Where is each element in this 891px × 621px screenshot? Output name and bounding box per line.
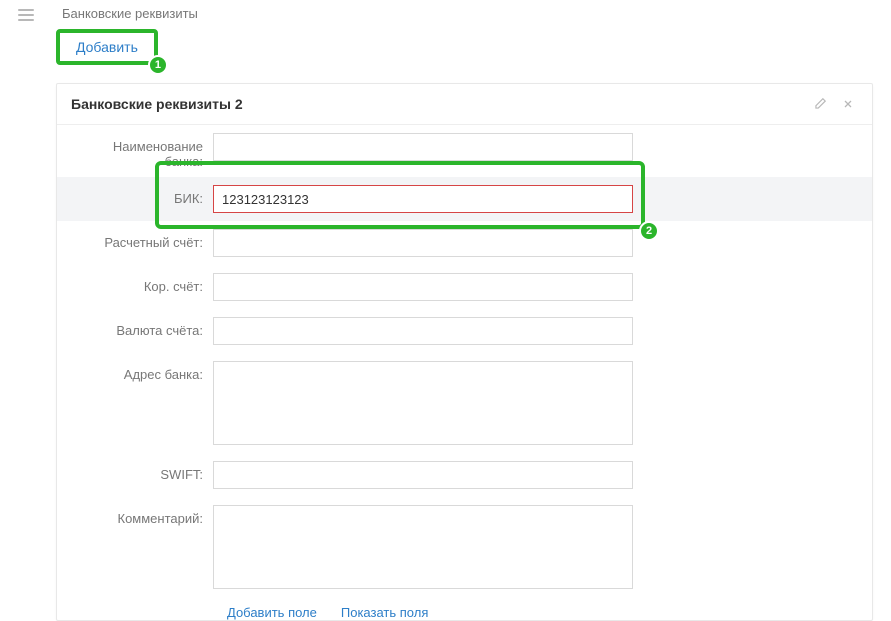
annotation-1-highlight: Добавить 1 — [56, 29, 158, 65]
section-title: Банковские реквизиты — [62, 6, 198, 21]
edit-icon[interactable] — [810, 94, 830, 114]
input-bik[interactable] — [213, 185, 633, 213]
textarea-comment[interactable] — [213, 505, 633, 589]
label-currency: Валюта счёта: — [71, 317, 213, 338]
label-corr: Кор. счёт: — [71, 273, 213, 294]
annotation-badge-1: 1 — [148, 55, 168, 75]
label-swift: SWIFT: — [71, 461, 213, 482]
add-button[interactable]: Добавить — [76, 39, 138, 55]
close-icon[interactable] — [838, 94, 858, 114]
input-currency[interactable] — [213, 317, 633, 345]
textarea-address[interactable] — [213, 361, 633, 445]
input-bank-name[interactable] — [213, 133, 633, 161]
label-account: Расчетный счёт: — [71, 229, 213, 250]
menu-icon[interactable] — [18, 9, 34, 21]
card-title: Банковские реквизиты 2 — [71, 96, 802, 112]
label-bik: БИК: — [71, 185, 213, 206]
add-field-link[interactable]: Добавить поле — [227, 605, 317, 620]
input-corr[interactable] — [213, 273, 633, 301]
input-account[interactable] — [213, 229, 633, 257]
annotation-badge-2: 2 — [639, 221, 659, 241]
label-comment: Комментарий: — [71, 505, 213, 526]
show-fields-link[interactable]: Показать поля — [341, 605, 428, 620]
label-address: Адрес банка: — [71, 361, 213, 382]
label-bank-name: Наименование банка: — [71, 133, 213, 169]
input-swift[interactable] — [213, 461, 633, 489]
bank-requisites-card: Банковские реквизиты 2 Наименование банк… — [56, 83, 873, 621]
